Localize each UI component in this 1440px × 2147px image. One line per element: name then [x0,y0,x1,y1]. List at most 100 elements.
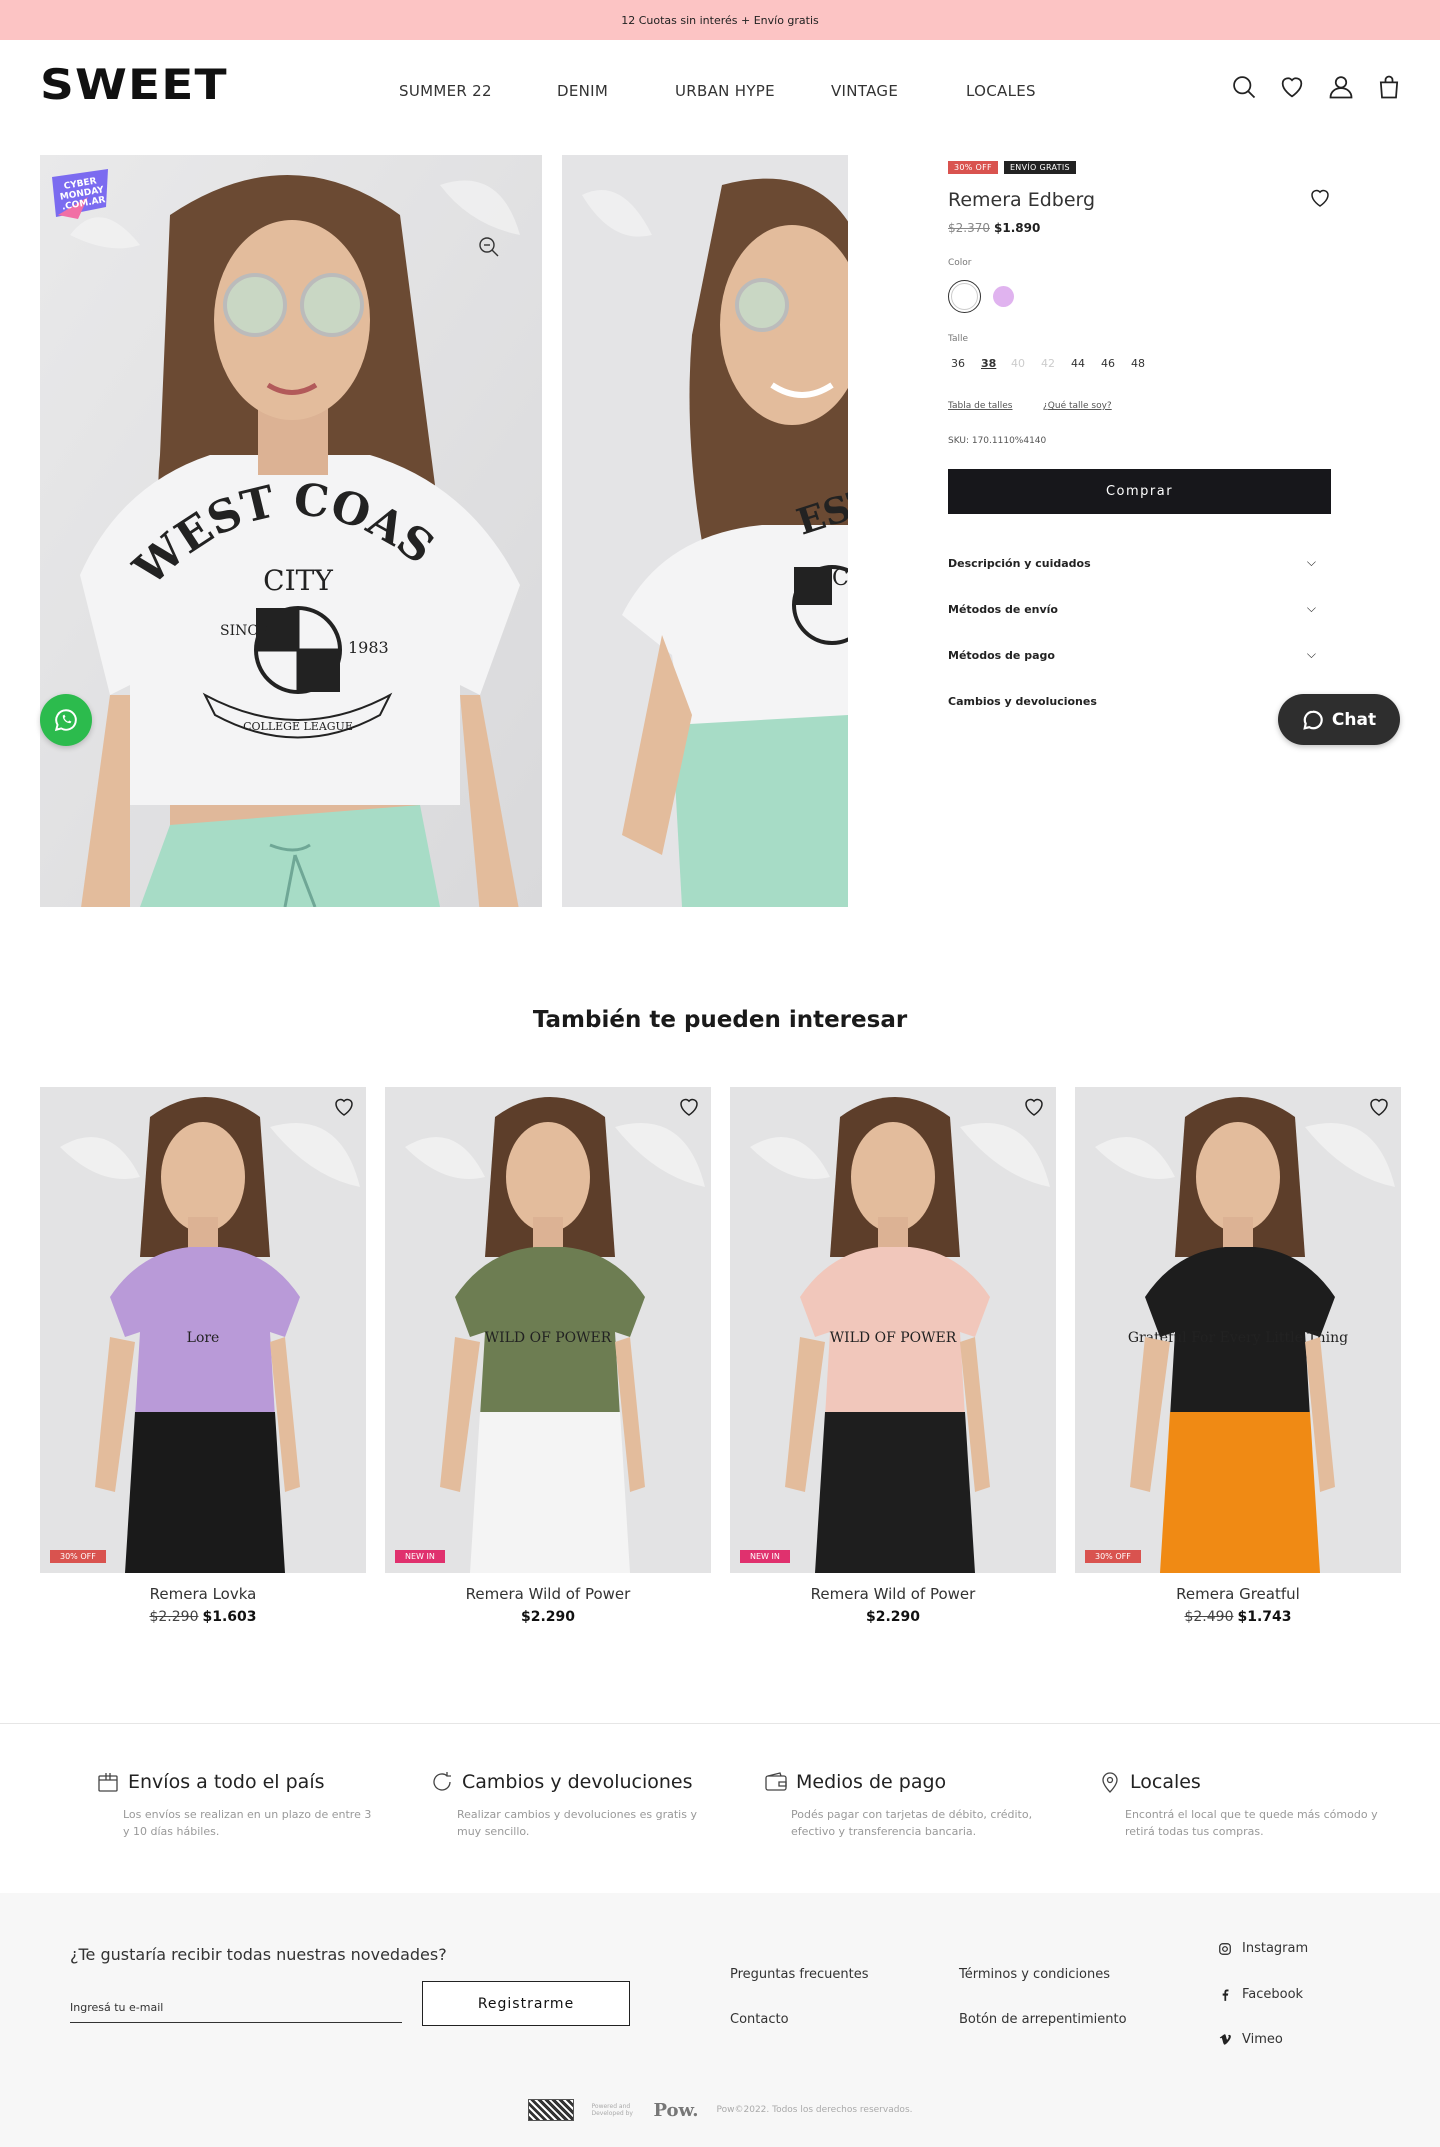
newsletter-email-input[interactable]: Ingresá tu e-mail [70,1989,402,2023]
product-card-current-price: $1.603 [202,1609,257,1625]
promo-banner: 12 Cuotas sin interés + Envío gratis [0,0,1440,40]
product-card-old-price: $2.490 [1184,1609,1234,1625]
refresh-icon [433,1772,451,1791]
nav-locales[interactable]: LOCALES [966,82,1036,100]
product-card-image[interactable]: Lore 30% OFF [40,1087,366,1573]
product-card-name[interactable]: Remera Wild of Power [730,1585,1056,1603]
size-44[interactable]: 44 [1071,357,1085,370]
product-card-image[interactable]: Grateful For Every Little Thing 30% OFF [1075,1087,1401,1573]
vimeo-icon [1219,2033,1231,2045]
product-card-print: WILD OF POWER [830,1330,957,1346]
footer-link-contact[interactable]: Contacto [730,2012,789,2027]
product-card-wishlist-icon[interactable] [332,1095,356,1119]
product-card-name[interactable]: Remera Greatful [1075,1585,1401,1603]
zoom-icon[interactable] [477,235,501,259]
register-button[interactable]: Registrarme [422,1981,630,2026]
product-secondary-image[interactable]: EST C CITY [562,155,848,907]
buy-button[interactable]: Comprar [948,469,1331,514]
nav-summer-22[interactable]: SUMMER 22 [399,82,492,100]
product-card[interactable]: WILD OF POWER NEW IN Remera Wild of Powe… [385,1087,711,1625]
brand-logo[interactable]: SWEET [40,60,228,109]
size-40: 40 [1011,357,1025,370]
product-card-badge: 30% OFF [50,1550,106,1563]
product-card-old-price: $2.290 [149,1609,199,1625]
header: SWEET SUMMER 22 DENIM URBAN HYPE VINTAGE… [0,40,1440,140]
size-36[interactable]: 36 [951,357,965,370]
accordion-returns-label: Cambios y devoluciones [948,695,1097,708]
product-card-print: WILD OF POWER [485,1330,612,1346]
accordion-payment[interactable]: Métodos de pago ⌵ [948,647,1316,662]
user-icon[interactable] [1327,73,1355,101]
nav-vintage[interactable]: VINTAGE [831,82,898,100]
shirt-print-league: COLLEGE LEAGUE [243,720,353,733]
product-card-badge: NEW IN [395,1550,445,1563]
feature-returns: Cambios y devoluciones Realizar cambios … [430,1770,710,1840]
product-card-image[interactable]: WILD OF POWER NEW IN [385,1087,711,1573]
pow-logo[interactable]: Pow. [654,2100,699,2121]
accordion-shipping[interactable]: Métodos de envío ⌵ [948,601,1316,616]
chevron-down-icon: ⌵ [1306,555,1316,569]
wishlist-icon[interactable] [1278,73,1306,101]
footer-link-terms[interactable]: Términos y condiciones [959,1967,1110,1982]
newsletter-question: ¿Te gustaría recibir todas nuestras nove… [70,1945,447,1964]
social-vimeo[interactable]: Vimeo [1218,2032,1283,2047]
chevron-down-icon: ⌵ [1306,647,1316,661]
chat-label: Chat [1331,709,1377,730]
size-38[interactable]: 38 [981,357,996,370]
which-size-link[interactable]: ¿Qué talle soy? [1043,401,1112,411]
product-price: $2.370 $1.890 [948,221,1040,235]
instagram-icon [1219,1942,1231,1955]
product-current-price: $1.890 [994,221,1041,235]
product-main-image[interactable]: WEST COAST CITY SINCE 1983 COLLEGE LEAGU… [40,155,542,907]
accordion-returns[interactable]: Cambios y devoluciones [948,695,1316,708]
sku: SKU: 170.1110%4140 [948,436,1047,446]
free-shipping-badge: ENVÍO GRATIS [1003,161,1076,174]
size-42: 42 [1041,357,1055,370]
facebook-icon [1222,1988,1229,2001]
product-card-wishlist-icon[interactable] [1022,1095,1046,1119]
size-48[interactable]: 48 [1131,357,1145,370]
chat-button[interactable]: Chat [1278,694,1400,745]
social-instagram-label: Instagram [1242,1941,1309,1956]
feature-shipping-desc: Los envíos se realizan en un plazo de en… [123,1808,372,1838]
product-wishlist-icon[interactable] [1308,186,1332,210]
feature-payment-title: Medios de pago [796,1771,947,1793]
footer-link-regret[interactable]: Botón de arrepentimiento [959,2012,1127,2027]
product-card[interactable]: WILD OF POWER NEW IN Remera Wild of Powe… [730,1087,1056,1625]
search-icon[interactable] [1230,73,1258,101]
product-card[interactable]: Grateful For Every Little Thing 30% OFF … [1075,1087,1401,1625]
social-facebook[interactable]: Facebook [1218,1987,1303,2002]
social-instagram[interactable]: Instagram [1218,1941,1308,1956]
shirt-print-city: CITY [263,564,333,597]
feature-returns-desc: Realizar cambios y devoluciones es grati… [457,1808,697,1838]
feature-payment: Medios de pago Podés pagar con tarjetas … [764,1770,1044,1840]
product-card-price: $2.290 [385,1609,711,1625]
size-table-link[interactable]: Tabla de talles [948,401,1013,411]
whatsapp-button[interactable] [40,694,92,746]
product-card-name[interactable]: Remera Wild of Power [385,1585,711,1603]
product-card-current-price: $2.290 [520,1609,576,1625]
cyber-monday-badge: CYBER MONDAY .COM.AR [48,167,112,221]
size-46[interactable]: 46 [1101,357,1115,370]
color-label: Color [948,258,972,268]
color-swatch-white[interactable] [948,280,981,313]
product-card-price: $2.490 $1.743 [1075,1609,1401,1625]
nav-denim[interactable]: DENIM [557,82,608,100]
data-fiscal-qr[interactable] [527,2099,574,2121]
footer-link-faq[interactable]: Preguntas frecuentes [730,1967,869,1982]
nav-urban-hype[interactable]: URBAN HYPE [675,82,775,100]
social-vimeo-label: Vimeo [1242,2032,1283,2047]
product-card-price: $2.290 [730,1609,1056,1625]
accordion-description[interactable]: Descripción y cuidados ⌵ [948,555,1316,570]
box-icon [98,1773,118,1792]
product-card-name[interactable]: Remera Lovka [40,1585,366,1603]
footer-bottom: Powered and Developed by Pow. Pow©2022. … [0,2099,1440,2121]
product-card-wishlist-icon[interactable] [1367,1095,1391,1119]
related-title: También te pueden interesar [532,1007,908,1033]
cart-icon[interactable] [1375,73,1403,101]
product-card[interactable]: Lore 30% OFF Remera Lovka $2.290 $1.603 [40,1087,366,1625]
product-card-current-price: $1.743 [1237,1609,1292,1625]
color-swatch-lilac[interactable] [993,286,1014,307]
product-card-image[interactable]: WILD OF POWER NEW IN [730,1087,1056,1573]
product-card-wishlist-icon[interactable] [677,1095,701,1119]
